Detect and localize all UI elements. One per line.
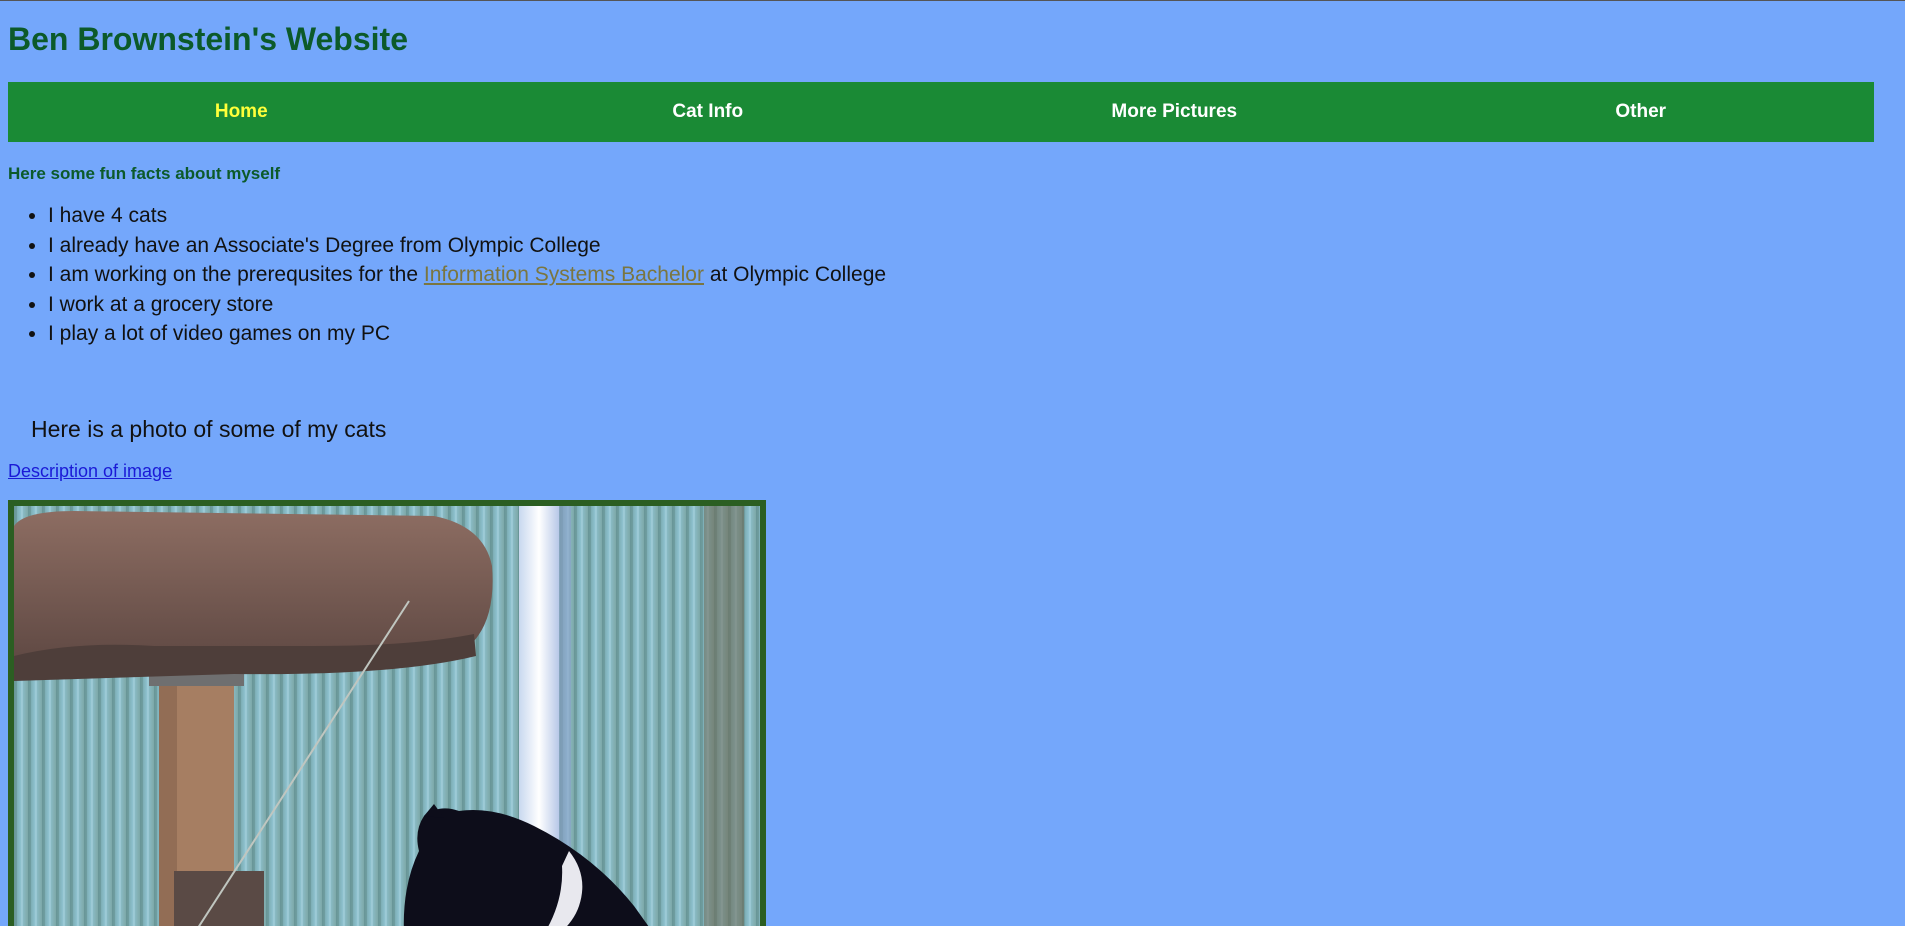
list-item: I play a lot of video games on my PC <box>48 319 886 349</box>
nav-bar: Home Cat Info More Pictures Other <box>8 82 1874 142</box>
page: Ben Brownstein's Website Home Cat Info M… <box>0 0 1905 926</box>
list-item: I work at a grocery store <box>48 290 886 320</box>
cat-photo <box>14 506 760 926</box>
list-item: I have 4 cats <box>48 201 886 231</box>
nav-item-more-pictures[interactable]: More Pictures <box>941 101 1408 123</box>
nav-item-other[interactable]: Other <box>1408 101 1875 123</box>
nav-item-home[interactable]: Home <box>8 101 475 123</box>
photo-caption: Here is a photo of some of my cats <box>31 416 387 442</box>
cat-photo-frame <box>8 500 766 926</box>
list-item-text: at Olympic College <box>703 263 887 286</box>
list-item: I already have an Associate's Degree fro… <box>48 231 886 261</box>
facts-heading: Here some fun facts about myself <box>8 164 281 183</box>
description-of-image-link[interactable]: Description of image <box>8 461 172 482</box>
list-item-text: I am working on the prerequsites for the <box>48 263 424 286</box>
site-title: Ben Brownstein's Website <box>8 21 408 57</box>
list-item: I am working on the prerequsites for the… <box>48 260 886 290</box>
facts-list: I have 4 cats I already have an Associat… <box>8 201 886 349</box>
information-systems-bachelor-link[interactable]: Information Systems Bachelor <box>424 263 704 286</box>
nav-item-cat-info[interactable]: Cat Info <box>475 101 942 123</box>
